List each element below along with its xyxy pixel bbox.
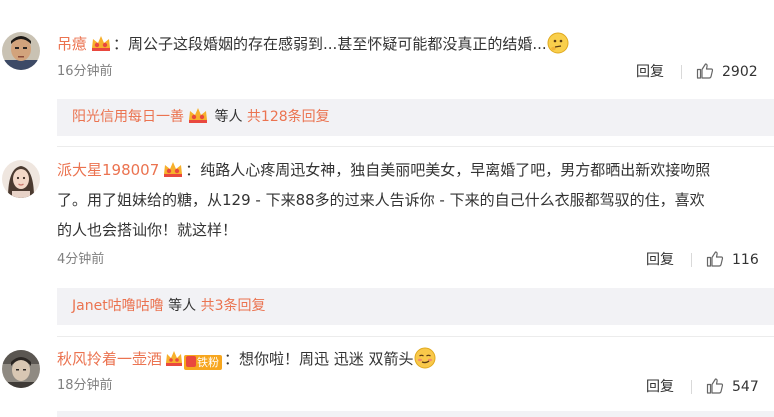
reply-thread-count[interactable]: 共128条回复 [247, 109, 330, 125]
divider [691, 380, 692, 394]
comment-time: 16分钟前 [57, 64, 113, 79]
reply-thread-summary[interactable]: Janet咕噜咕噜 等人 共3条回复 [57, 288, 774, 325]
like-count: 116 [732, 252, 759, 268]
comment-text: 派大星198007 ：纯路人心疼周迅女神，独自美丽吧美女，早离婚了吧，男方都晒出新… [57, 159, 710, 184]
comment-text: 吊癔 ：周公子这段婚姻的存在感弱到...甚至怀疑可能都没真正的结婚... [57, 32, 569, 60]
reply-button[interactable]: 回复 [646, 251, 674, 269]
vip-crown-icon [165, 349, 183, 373]
username[interactable]: 派大星198007 [57, 161, 159, 179]
fan-badge: 铁粉 [184, 355, 223, 370]
fan-badge-label: 铁粉 [197, 356, 220, 369]
username[interactable]: 吊癔 [57, 35, 87, 53]
vip-crown-icon [187, 102, 209, 139]
divider [681, 65, 682, 79]
comment-body: ：周公子这段婚姻的存在感弱到...甚至怀疑可能都没真正的结婚... [113, 35, 547, 53]
reply-thread-summary [57, 411, 774, 417]
vip-crown-icon [90, 34, 112, 58]
comment-text-continued: 的人也会搭讪你！就这样！ [57, 221, 238, 239]
comment-body: ：想你啦！周迅 迅迷 双箭头 [224, 350, 414, 368]
comment-item: 秋风拎着一壶酒 铁粉 ：想你啦！周迅 迅迷 双箭头 18分钟前 回复 547 [0, 337, 774, 417]
comment-time: 4分钟前 [57, 252, 105, 267]
reply-button[interactable]: 回复 [636, 63, 664, 81]
comment-item: 吊癔 ：周公子这段婚姻的存在感弱到...甚至怀疑可能都没真正的结婚... 16分钟… [0, 0, 774, 136]
avatar[interactable] [2, 350, 40, 388]
comment-item: 派大星198007 ：纯路人心疼周迅女神，独自美丽吧美女，早离婚了吧，男方都晒出新… [0, 147, 774, 325]
thumbs-up-icon[interactable] [706, 250, 724, 272]
avatar[interactable] [2, 32, 40, 70]
comment-text-continued: 了。用了姐妹给的糖，从129 - 下来88多的过来人告诉你 - 下来的自己什么衣… [57, 191, 705, 209]
smirk-face-emoji [414, 347, 436, 375]
comment-text: 秋风拎着一壶酒 铁粉 ：想你啦！周迅 迅迷 双箭头 [57, 347, 436, 375]
thumbs-up-icon[interactable] [696, 62, 714, 84]
reply-thread-user[interactable]: Janet咕噜咕噜 [72, 298, 164, 314]
username[interactable]: 秋风拎着一壶酒 [57, 350, 162, 368]
comment-time: 18分钟前 [57, 378, 113, 393]
reply-thread-user[interactable]: 阳光信用每日一善 [72, 109, 184, 125]
divider [691, 253, 692, 267]
avatar[interactable] [2, 160, 40, 198]
vip-crown-icon [162, 160, 184, 184]
like-count: 547 [732, 379, 759, 395]
reply-button[interactable]: 回复 [646, 378, 674, 396]
like-count: 2902 [722, 64, 758, 80]
reply-thread-count[interactable]: 共3条回复 [201, 298, 266, 314]
thinking-face-emoji [547, 32, 569, 60]
reply-thread-others: 等人 [168, 298, 197, 314]
comment-body: ：纯路人心疼周迅女神，独自美丽吧美女，早离婚了吧，男方都晒出新欢接吻照 [185, 161, 711, 179]
thumbs-up-icon[interactable] [706, 377, 724, 399]
reply-thread-summary[interactable]: 阳光信用每日一善 等人 共128条回复 [57, 99, 774, 136]
reply-thread-others: 等人 [214, 109, 243, 125]
